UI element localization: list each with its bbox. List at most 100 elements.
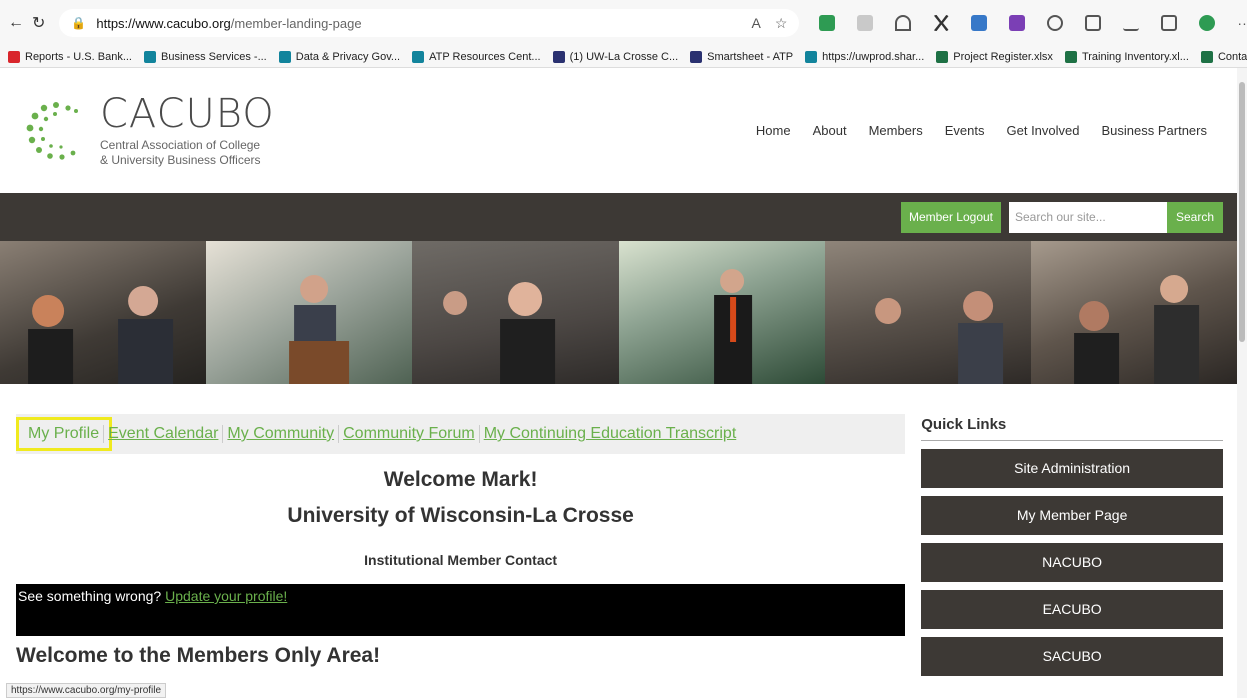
- bookmark-icon: [8, 50, 20, 63]
- url-path: /member-landing-page: [230, 15, 362, 31]
- quick-link-my-member-page[interactable]: My Member Page: [921, 496, 1223, 535]
- bookmark-icon: [936, 50, 949, 63]
- extension-icon[interactable]: [819, 15, 836, 31]
- read-aloud-icon[interactable]: A: [752, 15, 761, 32]
- bookmark-label: Contact Information...: [1217, 50, 1247, 63]
- more-icon[interactable]: ···: [1237, 15, 1247, 31]
- refresh-icon[interactable]: ↻: [32, 12, 45, 34]
- bookmark-label: Smartsheet - ATP: [707, 50, 794, 63]
- cacubo-logo[interactable]: CACUBO Central Association of College & …: [24, 94, 275, 168]
- bookmarks-bar: Reports - U.S. Bank... Business Services …: [0, 46, 1247, 68]
- browser-toolbar: ← ↻ 🔒 https://www.cacubo.org/member-land…: [0, 0, 1247, 46]
- quick-link-eacubo[interactable]: EACUBO: [921, 590, 1223, 629]
- search-button[interactable]: Search: [1167, 201, 1223, 233]
- extension-icon[interactable]: [895, 15, 912, 31]
- status-bar-url: https://www.cacubo.org/my-profile: [6, 683, 167, 698]
- bookmark-icon: [143, 50, 156, 63]
- logo-title: CACUBO: [100, 90, 275, 137]
- notice-text: See something wrong?: [18, 588, 166, 604]
- bookmark-item[interactable]: Reports - U.S. Bank...: [8, 50, 132, 63]
- hero-photo: [618, 241, 825, 384]
- bookmark-item[interactable]: https://uwprod.shar...: [805, 50, 925, 63]
- tab-my-profile[interactable]: My Profile: [15, 417, 113, 451]
- main-nav: Home About Members Events Get Involved B…: [756, 123, 1213, 138]
- scrollbar-thumb[interactable]: [1239, 82, 1245, 342]
- extension-icon[interactable]: [1199, 15, 1216, 31]
- update-profile-link[interactable]: Update your profile!: [165, 588, 287, 604]
- bookmark-label: Data & Privacy Gov...: [295, 50, 401, 63]
- bookmark-item[interactable]: Project Register.xlsx: [936, 50, 1053, 63]
- logo-subtitle-1: Central Association of College: [100, 137, 261, 152]
- welcome-heading: Welcome Mark!: [383, 468, 538, 491]
- collections-icon[interactable]: [1161, 15, 1178, 31]
- logo-mark-icon: [26, 101, 78, 160]
- site-header: CACUBO Central Association of College & …: [0, 68, 1237, 193]
- hero-photo: [824, 241, 1031, 384]
- update-profile-notice: See something wrong? Update your profile…: [16, 584, 906, 636]
- bookmark-label: Reports - U.S. Bank...: [25, 50, 132, 63]
- member-role: Institutional Member Contact: [364, 552, 558, 568]
- bookmark-item[interactable]: Contact Information...: [1200, 50, 1247, 63]
- bookmark-icon: [1064, 50, 1077, 63]
- bookmark-label: https://uwprod.shar...: [822, 50, 925, 63]
- bookmark-item[interactable]: (1) UW-La Crosse C...: [552, 50, 679, 63]
- bookmark-icon: [1200, 50, 1213, 63]
- url-host: https://www.cacubo.org: [96, 15, 231, 31]
- bookmark-label: ATP Resources Cent...: [429, 50, 541, 63]
- quick-links-panel: Quick Links Site Administration My Membe…: [921, 414, 1223, 676]
- split-screen-icon[interactable]: [1085, 15, 1102, 31]
- site-search: Search: [1009, 201, 1223, 233]
- bookmark-item[interactable]: ATP Resources Cent...: [412, 50, 541, 63]
- extension-icon[interactable]: [857, 15, 874, 31]
- left-column: My Profile Event Calendar My Community C…: [15, 414, 906, 676]
- bookmark-label: Business Services -...: [160, 50, 267, 63]
- hero-photo: [0, 241, 207, 384]
- hero-banner: [0, 241, 1237, 384]
- member-toolbar: Member Logout Search: [0, 193, 1237, 241]
- tab-my-community[interactable]: My Community: [223, 425, 340, 443]
- address-bar[interactable]: 🔒 https://www.cacubo.org/member-landing-…: [59, 9, 800, 37]
- hero-photo: [1030, 241, 1237, 384]
- back-icon[interactable]: ←: [8, 12, 24, 34]
- tab-community-forum[interactable]: Community Forum: [339, 425, 480, 443]
- bookmark-label: Project Register.xlsx: [953, 50, 1053, 63]
- nav-about[interactable]: About: [813, 123, 847, 138]
- member-logout-button[interactable]: Member Logout: [900, 201, 1001, 233]
- bookmark-icon: [278, 50, 291, 63]
- web-page: CACUBO Central Association of College & …: [0, 68, 1237, 698]
- extension-icon[interactable]: [1047, 15, 1064, 31]
- main-content: My Profile Event Calendar My Community C…: [0, 384, 1237, 676]
- nav-home[interactable]: Home: [756, 123, 791, 138]
- bookmark-item[interactable]: Smartsheet - ATP: [690, 50, 794, 63]
- favorite-star-icon[interactable]: ☆: [775, 15, 788, 32]
- nav-get-involved[interactable]: Get Involved: [1007, 123, 1080, 138]
- bookmark-icon: [412, 50, 425, 63]
- bookmark-item[interactable]: Training Inventory.xl...: [1064, 50, 1189, 63]
- quick-link-sacubo[interactable]: SACUBO: [921, 637, 1223, 676]
- bookmark-item[interactable]: Business Services -...: [143, 50, 267, 63]
- tab-continuing-education-transcript[interactable]: My Continuing Education Transcript: [480, 425, 741, 443]
- logo-subtitle-2: & University Business Officers: [100, 152, 261, 167]
- hero-photo: [206, 241, 413, 384]
- page-scrollbar[interactable]: [1237, 68, 1247, 698]
- extension-icon[interactable]: [933, 15, 950, 31]
- university-heading: University of Wisconsin-La Crosse: [287, 504, 634, 527]
- nav-members[interactable]: Members: [869, 123, 923, 138]
- nav-events[interactable]: Events: [945, 123, 985, 138]
- extension-icon[interactable]: [971, 15, 988, 31]
- nav-business-partners[interactable]: Business Partners: [1102, 123, 1208, 138]
- search-input[interactable]: [1009, 201, 1167, 233]
- members-area-heading: Welcome to the Members Only Area!: [16, 644, 381, 667]
- bookmark-icon: [552, 50, 565, 63]
- quick-links-title: Quick Links: [921, 416, 1223, 441]
- onenote-icon[interactable]: [1009, 15, 1026, 31]
- lock-icon[interactable]: 🔒: [71, 16, 86, 30]
- bookmark-label: Training Inventory.xl...: [1081, 50, 1189, 63]
- tab-event-calendar[interactable]: Event Calendar: [104, 425, 224, 443]
- quick-link-site-administration[interactable]: Site Administration: [921, 449, 1223, 488]
- bookmark-icon: [690, 50, 703, 63]
- bookmark-label: (1) UW-La Crosse C...: [569, 50, 679, 63]
- favorites-icon[interactable]: [1123, 15, 1140, 31]
- bookmark-item[interactable]: Data & Privacy Gov...: [278, 50, 401, 63]
- quick-link-nacubo[interactable]: NACUBO: [921, 543, 1223, 582]
